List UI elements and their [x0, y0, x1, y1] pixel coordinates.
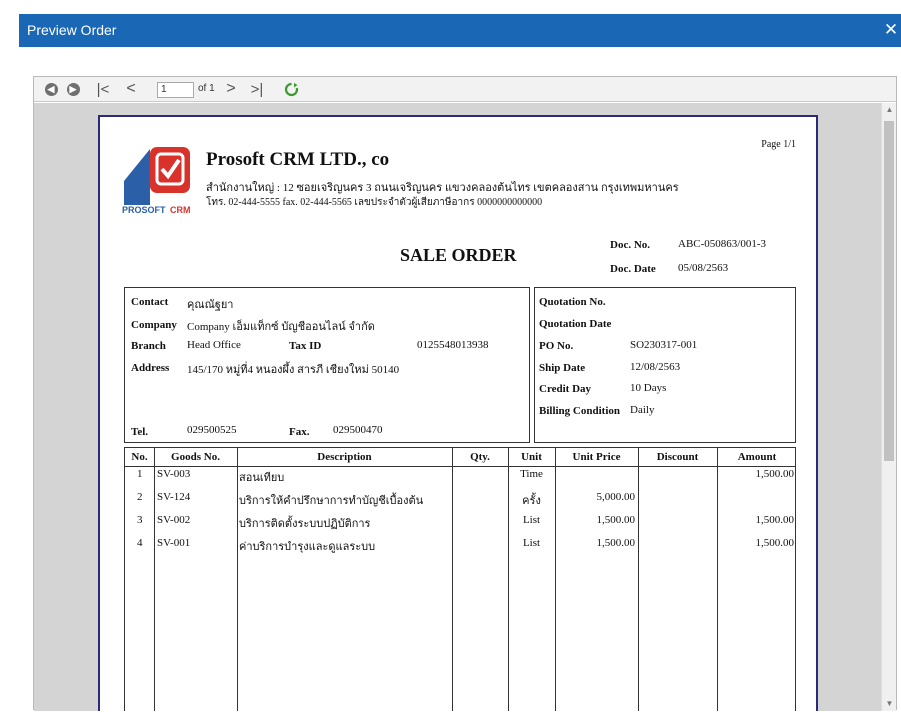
row-price: 5,000.00 — [596, 491, 636, 503]
row-desc: บริการให้คำปรึกษาการทำบัญชีเบื้องต้น — [239, 495, 424, 507]
row-goods: SV-002 — [157, 514, 191, 526]
row-amount: 1,500.00 — [755, 514, 795, 526]
row-desc: บริการติดตั้งระบบปฏิบัติการ — [239, 518, 371, 530]
customer-box: Contact คุณณัฐยา Company Company เอ็มแท็… — [124, 287, 530, 443]
next-page-icon[interactable]: > — [222, 80, 240, 98]
row-unit: List — [522, 514, 541, 526]
quotation-no-label: Quotation No. — [539, 296, 606, 308]
last-page-icon[interactable]: >| — [248, 80, 266, 98]
dialog-title-bar: Preview Order ✕ — [19, 14, 901, 47]
doc-date-value: 05/08/2563 — [678, 262, 729, 274]
doc-no-value: ABC-050863/001-3 — [678, 238, 766, 250]
company-name: Prosoft CRM LTD., co — [206, 149, 390, 170]
page-label: Page 1/1 — [761, 139, 796, 150]
row-desc: ค่าบริการบำรุงและดูแลระบบ — [239, 541, 376, 553]
row-unit: Time — [520, 468, 543, 480]
row-amount: 1,500.00 — [755, 468, 795, 480]
contact-value: คุณณัฐยา — [187, 299, 234, 311]
col-header-unit: Unit — [521, 451, 542, 463]
branch-value: Head Office — [187, 339, 241, 351]
dialog-title: Preview Order — [27, 22, 117, 38]
credit-day-label: Credit Day — [539, 383, 592, 395]
col-header-unit-price: Unit Price — [572, 451, 621, 463]
items-table: No. Goods No. Description Qty. Unit Unit… — [124, 447, 796, 711]
vertical-scrollbar[interactable]: ▲ ▼ — [881, 103, 896, 711]
row-no: 2 — [137, 491, 143, 503]
address-value: 145/170 หมู่ที่4 หนองผึ้ง สารภี เชียงใหม… — [187, 364, 400, 376]
row-price: 1,500.00 — [596, 537, 636, 549]
contact-label: Contact — [131, 296, 169, 308]
row-no: 3 — [137, 514, 143, 526]
tel-label: Tel. — [131, 426, 149, 438]
scrollbar-thumb[interactable] — [884, 121, 894, 461]
ship-date-value: 12/08/2563 — [630, 361, 681, 373]
col-header-qty: Qty. — [470, 451, 490, 463]
close-icon[interactable]: ✕ — [881, 19, 901, 41]
page-count: of 1 — [198, 83, 215, 94]
document-title: SALE ORDER — [400, 245, 517, 265]
page-number-input[interactable]: 1 — [157, 82, 194, 98]
logo-text-crm: CRM — [170, 205, 191, 215]
fax-label: Fax. — [289, 426, 310, 438]
company-logo: PROSOFT CRM — [122, 145, 200, 215]
row-unit: List — [522, 537, 541, 549]
tel-value: 029500525 — [187, 424, 237, 436]
refresh-icon[interactable] — [282, 80, 300, 98]
branch-label: Branch — [131, 340, 166, 352]
row-amount: 1,500.00 — [755, 537, 795, 549]
company-address: สำนักงานใหญ่ : 12 ซอยเจริญนคร 3 ถนนเจริญ… — [206, 182, 679, 194]
back-icon[interactable]: ◀ — [42, 80, 60, 98]
company-value: Company เอ็มแท็กซ์ บัญชีออนไลน์ จำกัด — [187, 321, 375, 333]
address-label: Address — [131, 362, 170, 374]
fax-value: 029500470 — [333, 424, 383, 436]
prev-page-icon[interactable]: < — [122, 80, 140, 98]
doc-date-label: Doc. Date — [610, 263, 656, 275]
col-header-goods: Goods No. — [171, 451, 220, 463]
col-header-amount: Amount — [737, 451, 777, 463]
row-price: 1,500.00 — [596, 514, 636, 526]
row-no: 4 — [137, 537, 143, 549]
viewer-toolbar: ◀ ▶ |< < 1 of 1 > >| — [34, 77, 896, 102]
report-canvas: Page 1/1 PROSOFT CRM Prosoft CRM LTD., c… — [34, 103, 881, 711]
first-page-icon[interactable]: |< — [94, 80, 112, 98]
col-header-description: Description — [317, 451, 372, 463]
col-header-no: No. — [131, 451, 148, 463]
scroll-up-icon[interactable]: ▲ — [882, 103, 897, 117]
row-desc: สอนเทียบ — [239, 472, 285, 484]
logo-text-prosoft: PROSOFT — [122, 205, 166, 215]
row-goods: SV-124 — [157, 491, 191, 503]
row-goods: SV-001 — [157, 537, 191, 549]
taxid-value: 0125548013938 — [417, 339, 489, 351]
po-no-label: PO No. — [539, 340, 574, 352]
col-header-discount: Discount — [656, 451, 699, 463]
row-no: 1 — [137, 468, 143, 480]
company-label: Company — [131, 319, 177, 331]
report-page: Page 1/1 PROSOFT CRM Prosoft CRM LTD., c… — [98, 115, 818, 711]
taxid-label: Tax ID — [289, 340, 322, 352]
credit-day-value: 10 Days — [630, 382, 667, 394]
po-no-value: SO230317-001 — [630, 339, 698, 351]
scroll-down-icon[interactable]: ▼ — [882, 697, 897, 711]
company-phone: โทร. 02-444-5555 fax. 02-444-5565 เลขประ… — [206, 197, 543, 208]
report-viewer: ◀ ▶ |< < 1 of 1 > >| Page 1/1 PROSOFT CR… — [33, 76, 897, 711]
ship-date-label: Ship Date — [539, 362, 586, 374]
forward-icon[interactable]: ▶ — [64, 80, 82, 98]
doc-no-label: Doc. No. — [610, 239, 651, 251]
quotation-date-label: Quotation Date — [539, 318, 612, 330]
row-unit: ครั้ง — [522, 495, 541, 507]
order-info-box: Quotation No. Quotation Date PO No. SO23… — [534, 287, 796, 443]
row-goods: SV-003 — [157, 468, 191, 480]
billing-label: Billing Condition — [539, 405, 621, 417]
billing-value: Daily — [630, 404, 655, 416]
